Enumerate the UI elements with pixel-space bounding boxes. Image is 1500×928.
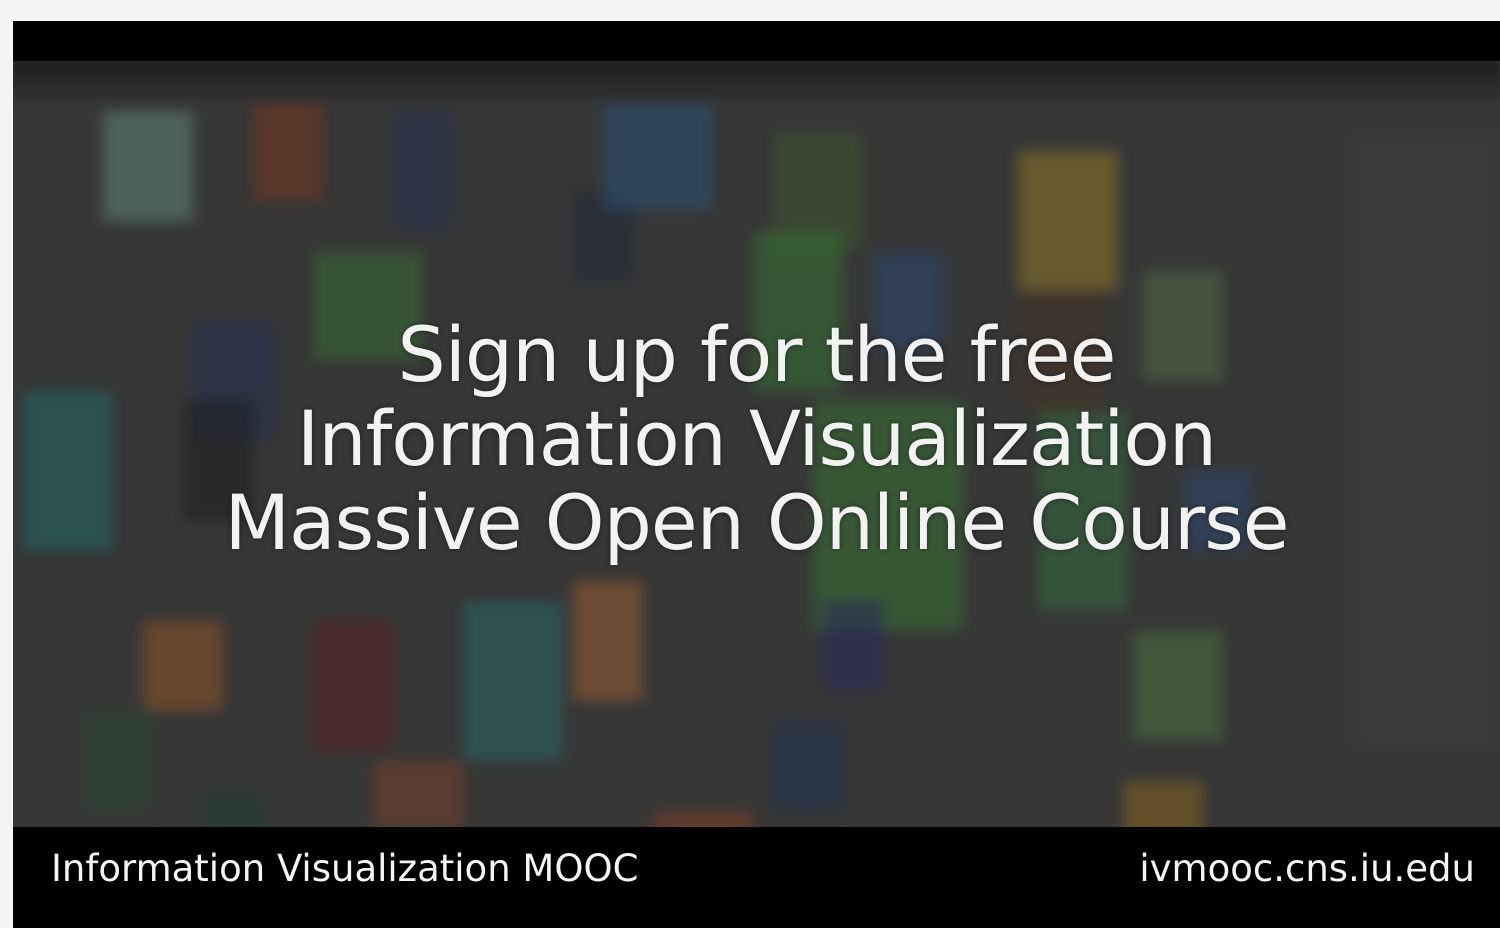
course-name-caption: Information Visualization MOOC: [51, 847, 639, 890]
video-frame[interactable]: Sign up for the free Information Visuali…: [13, 21, 1500, 928]
caption-bar: Information Visualization MOOC ivmooc.cn…: [13, 827, 1500, 928]
headline-text: Sign up for the free Information Visuali…: [13, 313, 1500, 565]
top-letterbox-bar: [13, 21, 1500, 61]
course-url-caption: ivmooc.cns.iu.edu: [1139, 847, 1475, 890]
headline-line-1: Sign up for the free: [397, 310, 1117, 399]
headline-line-3: Massive Open Online Course: [224, 478, 1289, 567]
headline-line-2: Information Visualization: [296, 394, 1217, 483]
